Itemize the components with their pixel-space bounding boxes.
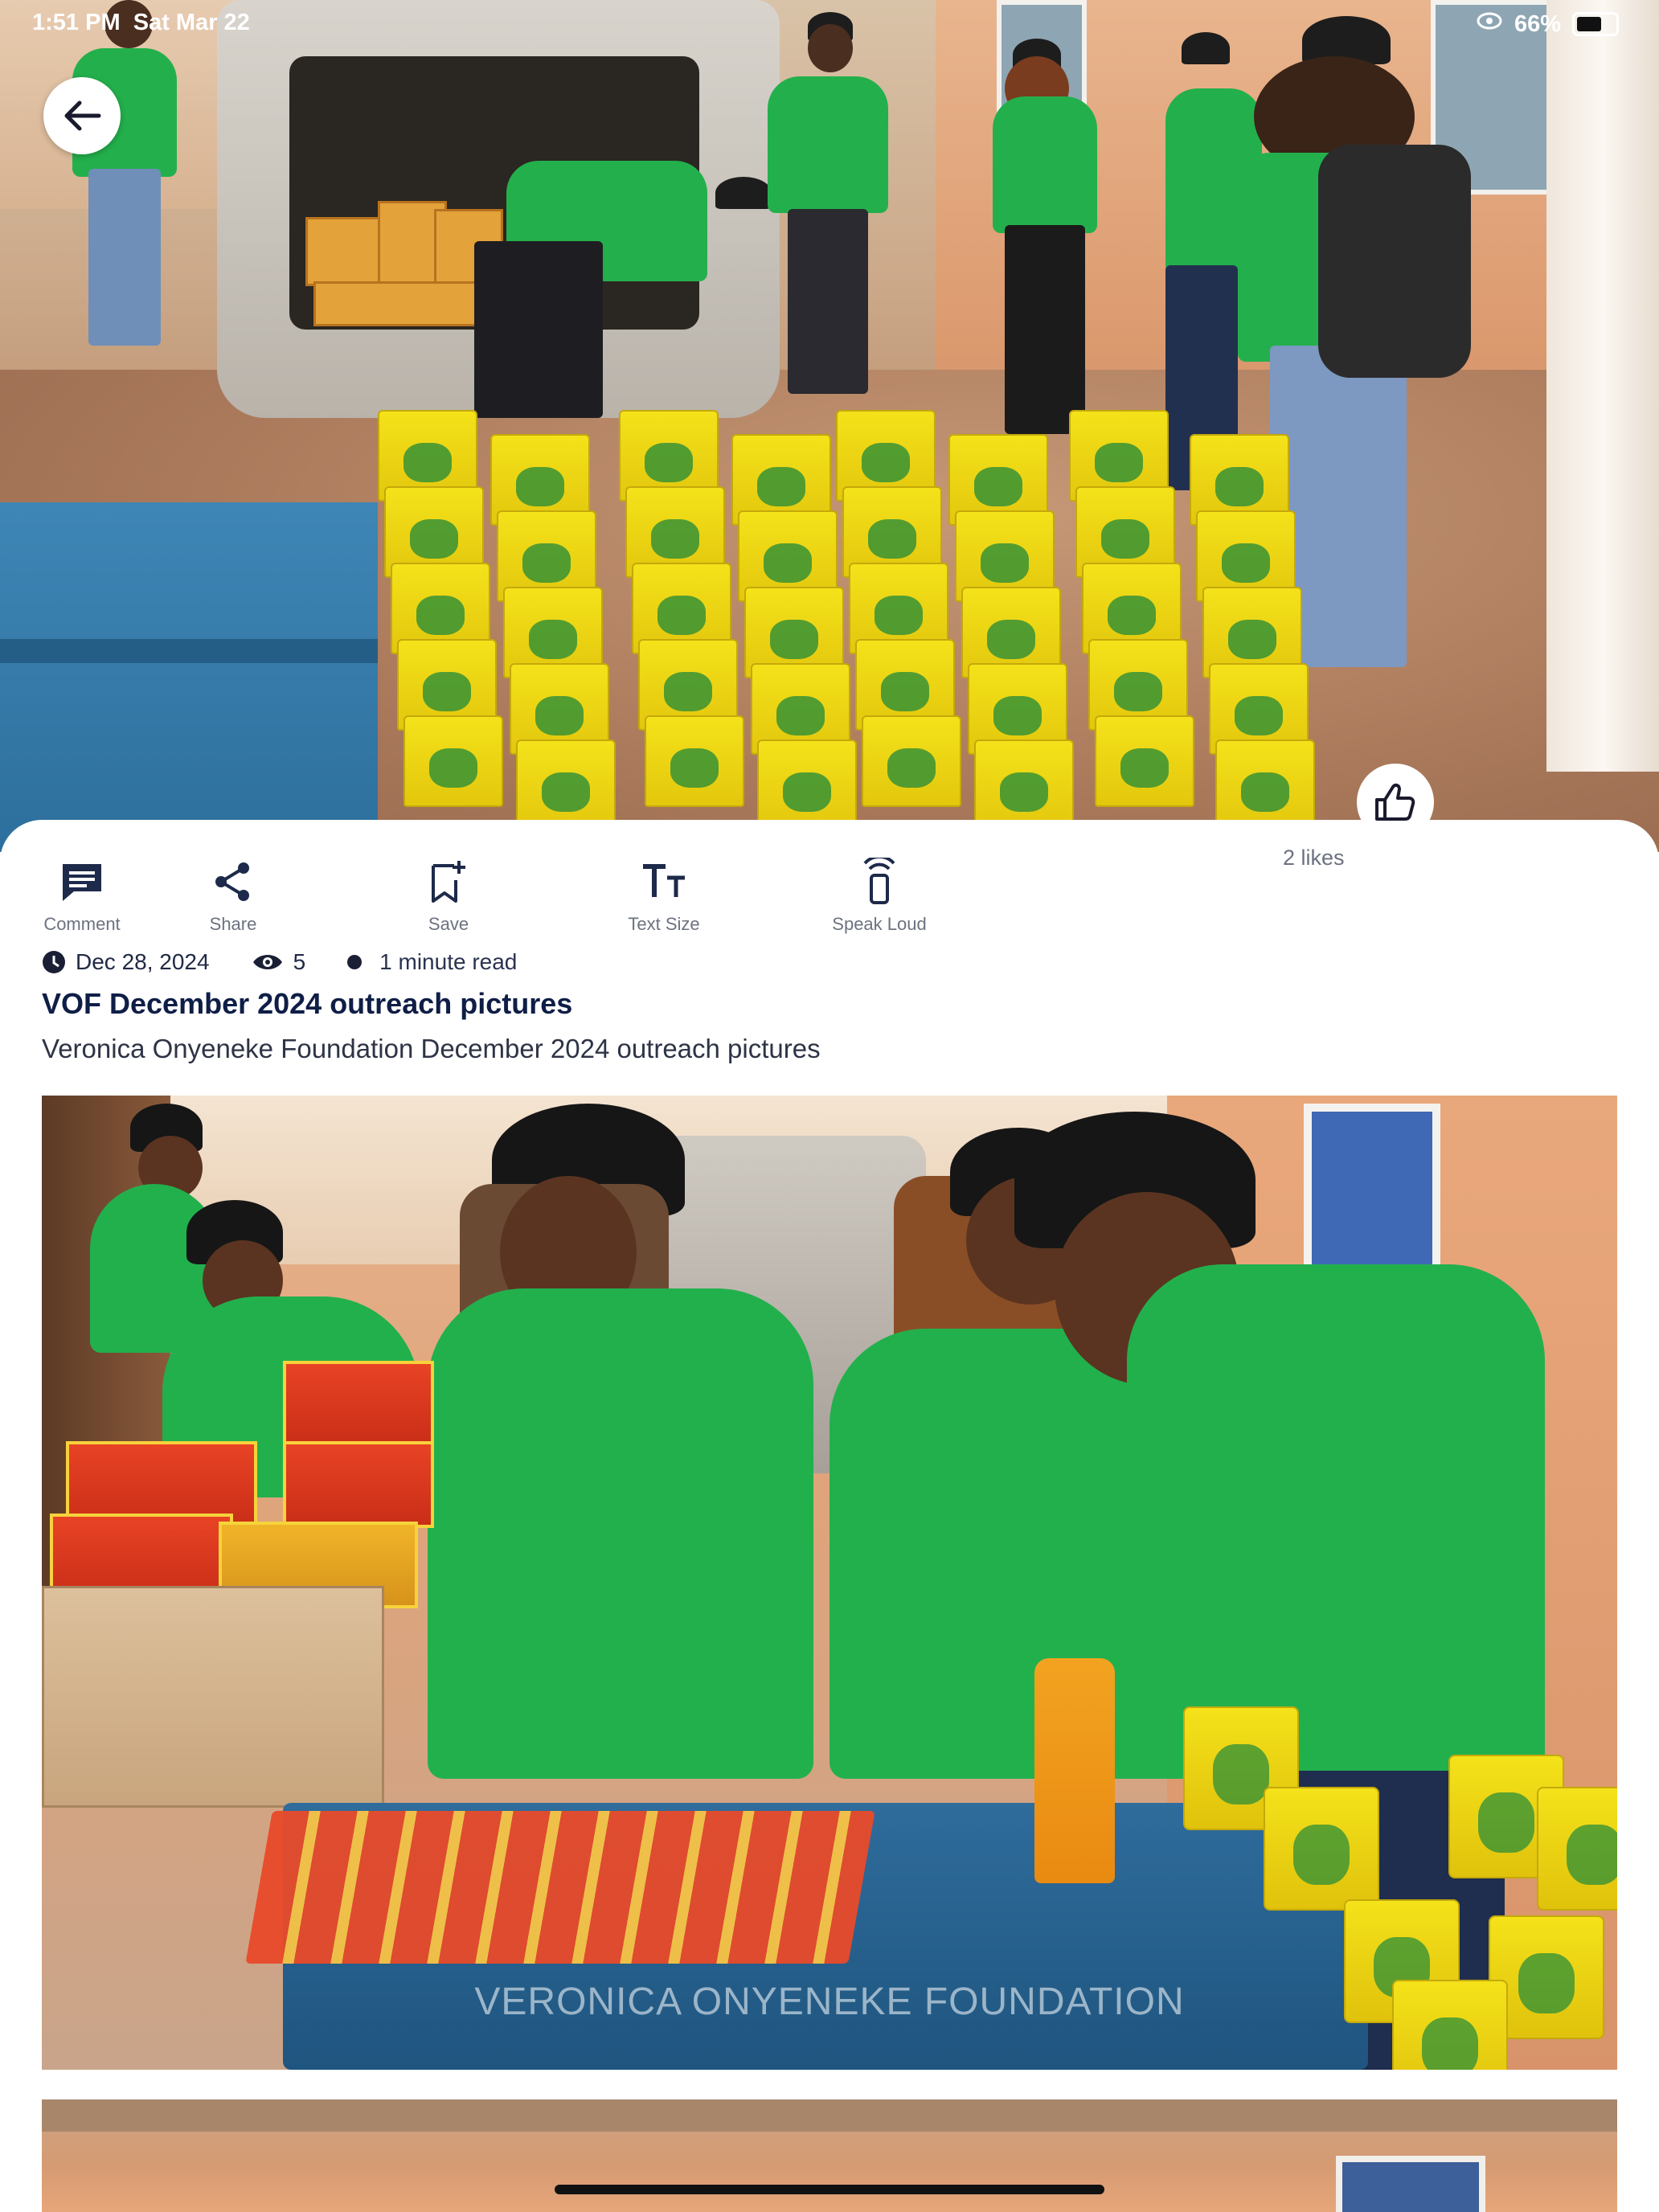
- rice-bag: [1215, 739, 1315, 831]
- backpack: [1318, 145, 1471, 378]
- share-button[interactable]: Share: [153, 856, 313, 935]
- home-indicator[interactable]: [555, 2185, 1104, 2194]
- speaker-icon: [863, 858, 895, 904]
- clock-icon: [43, 951, 65, 973]
- hero-table: [0, 502, 378, 852]
- battery-percent: 66%: [1514, 10, 1561, 37]
- status-bar: 1:51 PM Sat Mar 22 66%: [0, 0, 1659, 48]
- text-size-icon: [643, 864, 685, 897]
- eye-icon: [252, 955, 282, 969]
- battery-icon: [1572, 12, 1619, 36]
- rice-bag: [645, 715, 744, 807]
- article-title: VOF December 2024 outreach pictures: [42, 987, 573, 1020]
- status-time: 1:51 PM Sat Mar 22: [32, 10, 250, 35]
- publish-date: Dec 28, 2024: [76, 949, 210, 974]
- rice-bag: [757, 739, 857, 831]
- rice-bag: [1264, 1787, 1379, 1911]
- share-icon: [215, 862, 249, 901]
- cardboard-box: [42, 1586, 384, 1808]
- read-time: 1 minute read: [379, 949, 518, 974]
- hero-column: [1546, 0, 1659, 772]
- noodle-cartons: [50, 1361, 434, 1608]
- article-subtitle: Veronica Onyeneke Foundation December 20…: [42, 1034, 821, 1063]
- thumbs-up-icon: [1375, 783, 1415, 821]
- article-card: Comment Share Save Text Size Speak Loud …: [0, 820, 1659, 2212]
- hero-box: [313, 281, 479, 326]
- rice-bag: [516, 739, 616, 831]
- rotation-lock-icon: [1476, 10, 1503, 39]
- text-size-button[interactable]: Text Size: [584, 856, 744, 935]
- arrow-left-icon: [64, 100, 101, 131]
- rice-bag: [862, 715, 961, 807]
- photo-watermark: VERONICA ONYENEKE FOUNDATION: [474, 1981, 1185, 2023]
- speak-loud-label: Speak Loud: [832, 914, 927, 934]
- comment-icon: [63, 864, 101, 901]
- photo-window: [1336, 2156, 1485, 2212]
- share-label: Share: [209, 914, 257, 934]
- bookmark-add-icon: [432, 861, 465, 903]
- back-button[interactable]: [43, 77, 121, 154]
- like-button[interactable]: [1357, 764, 1434, 841]
- oil-bottle: [1034, 1658, 1115, 1883]
- separator-dot: [347, 955, 363, 969]
- rice-bag: [1095, 715, 1194, 807]
- likes-count[interactable]: 2 likes: [1283, 846, 1345, 870]
- rice-bag: [403, 715, 503, 807]
- save-button[interactable]: Save: [368, 856, 529, 935]
- hero-image: [0, 0, 1659, 852]
- comment-button[interactable]: Comment: [2, 856, 162, 935]
- noodle-packs: [245, 1811, 875, 1964]
- article-meta: Dec 28, 2024 5 1 minute read: [42, 944, 517, 980]
- article-photo[interactable]: VERONICA ONYENEKE FOUNDATION: [42, 1096, 1617, 2070]
- action-bar: Comment Share Save Text Size Speak Loud: [0, 856, 1045, 952]
- save-label: Save: [428, 914, 469, 934]
- view-count: 5: [293, 949, 306, 974]
- rice-bag: [1537, 1787, 1617, 1911]
- rice-bag: [974, 739, 1074, 831]
- text-size-label: Text Size: [628, 914, 700, 934]
- hero-box: [305, 217, 383, 286]
- article-photo-next[interactable]: [42, 2099, 1617, 2212]
- speak-loud-button[interactable]: Speak Loud: [799, 856, 960, 935]
- comment-label: Comment: [43, 914, 121, 934]
